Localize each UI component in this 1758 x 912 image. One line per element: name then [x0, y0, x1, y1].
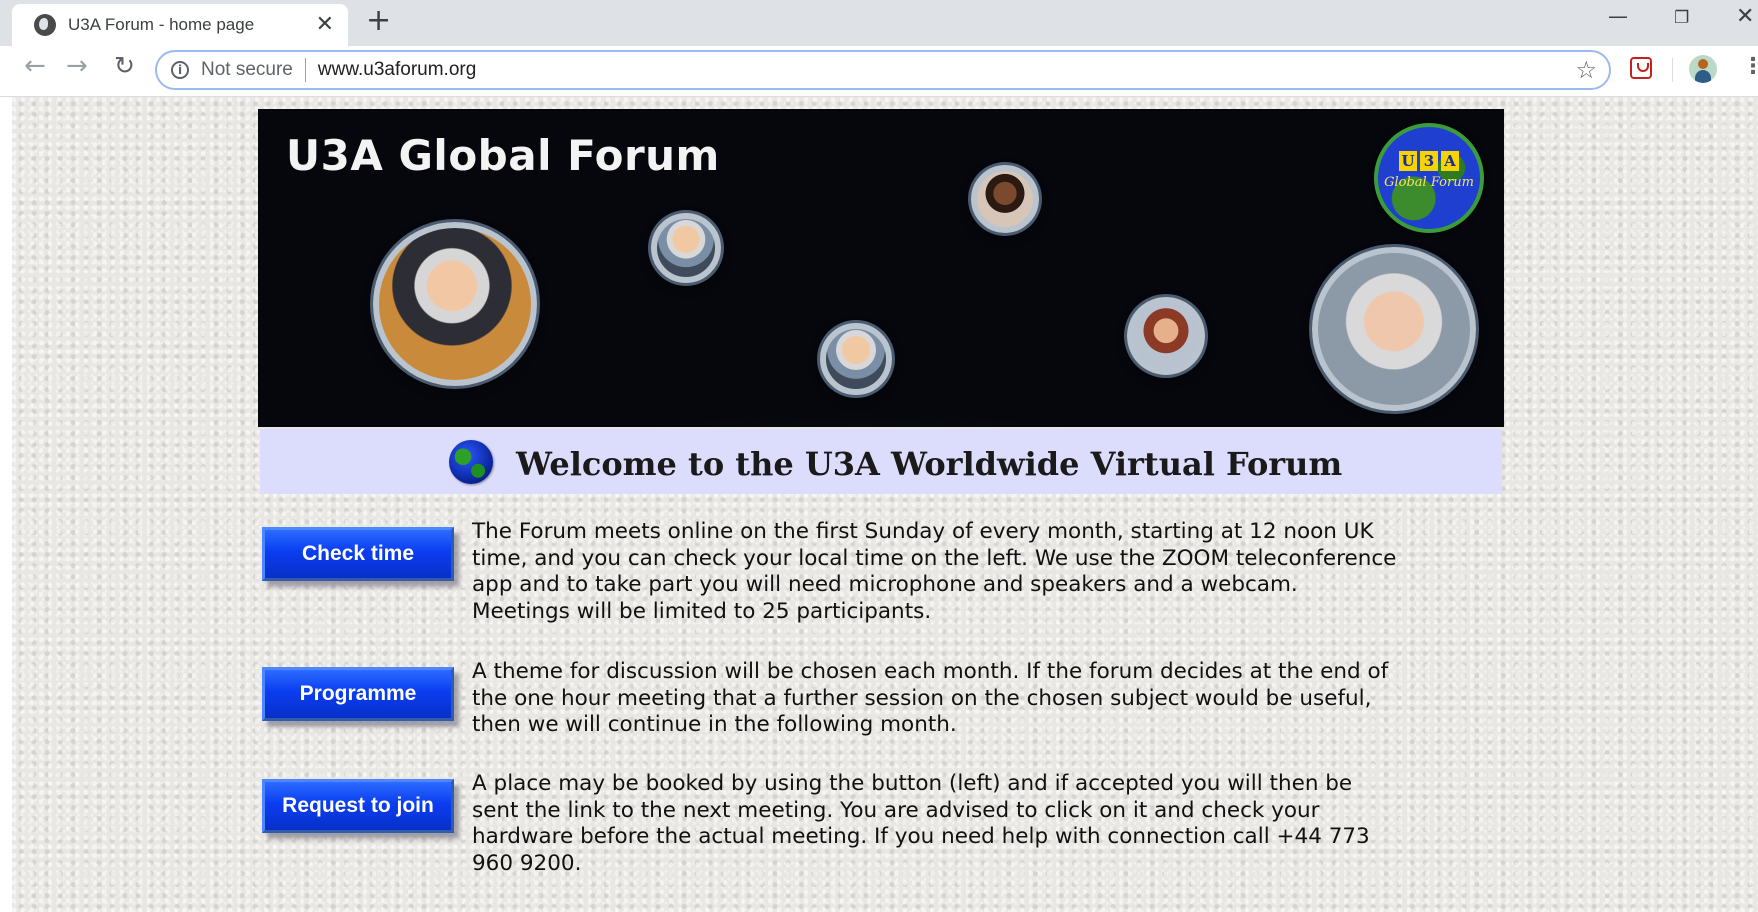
request-to-join-button[interactable]: Request to join [262, 779, 454, 833]
logo-letter: 3 [1420, 151, 1438, 171]
tab-title: U3A Forum - home page [68, 15, 255, 34]
tab-strip: U3A Forum - home page ✕ + — ❐ ✕ [0, 0, 1758, 46]
logo-tagline: Global Forum [1384, 175, 1474, 190]
new-tab-button[interactable]: + [366, 6, 391, 36]
info-icon[interactable]: i [171, 61, 189, 79]
logo-letters: U 3 A [1378, 151, 1480, 171]
check-time-description: The Forum meets online on the first Sund… [472, 519, 1397, 625]
logo-letter: A [1441, 151, 1459, 171]
profile-avatar[interactable] [1689, 55, 1717, 83]
globe-icon [449, 440, 493, 484]
back-arrow-icon[interactable]: ← [24, 53, 46, 79]
close-tab-icon[interactable]: ✕ [316, 14, 334, 36]
welcome-bar: Welcome to the U3A Worldwide Virtual For… [260, 429, 1502, 494]
request-to-join-description: A place may be booked by using the butto… [472, 771, 1370, 877]
kebab-menu-icon[interactable]: ⋮ [1742, 56, 1758, 78]
url-text[interactable]: www.u3aforum.org [318, 59, 1576, 81]
bookmark-star-icon[interactable]: ☆ [1575, 56, 1597, 84]
close-window-button[interactable]: ✕ [1736, 4, 1754, 29]
logo-letter: U [1399, 151, 1417, 171]
header-banner: U3A Global Forum U 3 A Global Forum [258, 109, 1504, 427]
minimize-window-button[interactable]: — [1608, 4, 1628, 28]
reload-icon[interactable]: ↻ [114, 53, 135, 78]
globe-favicon-icon [34, 14, 56, 36]
member-photo-bubble [820, 323, 892, 395]
check-time-button[interactable]: Check time [262, 527, 454, 581]
member-photo-bubble [1127, 297, 1205, 375]
page-viewport: U3A Global Forum U 3 A Global Forum Welc… [12, 97, 1758, 912]
address-bar[interactable]: i Not secure www.u3aforum.org ☆ [155, 50, 1611, 90]
member-photo-bubble [1312, 247, 1476, 411]
member-photo-bubble [971, 165, 1039, 233]
banner-title: U3A Global Forum [286, 131, 720, 180]
toolbar-divider [1672, 58, 1673, 82]
forward-arrow-icon[interactable]: → [66, 53, 88, 79]
security-label[interactable]: Not secure [201, 59, 293, 81]
member-photo-bubble [651, 213, 721, 283]
programme-button[interactable]: Programme [262, 667, 454, 721]
member-photo-bubble [373, 222, 537, 386]
u3a-logo: U 3 A Global Forum [1374, 123, 1484, 233]
programme-description: A theme for discussion will be chosen ea… [472, 659, 1389, 738]
pocket-extension-icon[interactable] [1630, 57, 1652, 79]
restore-window-button[interactable]: ❐ [1674, 8, 1689, 28]
page-title: Welcome to the U3A Worldwide Virtual For… [516, 445, 1343, 483]
omnibox-divider [304, 58, 306, 82]
browser-toolbar: ← → ↻ i Not secure www.u3aforum.org ☆ ⋮ [0, 46, 1758, 97]
browser-tab[interactable]: U3A Forum - home page ✕ [12, 4, 348, 46]
